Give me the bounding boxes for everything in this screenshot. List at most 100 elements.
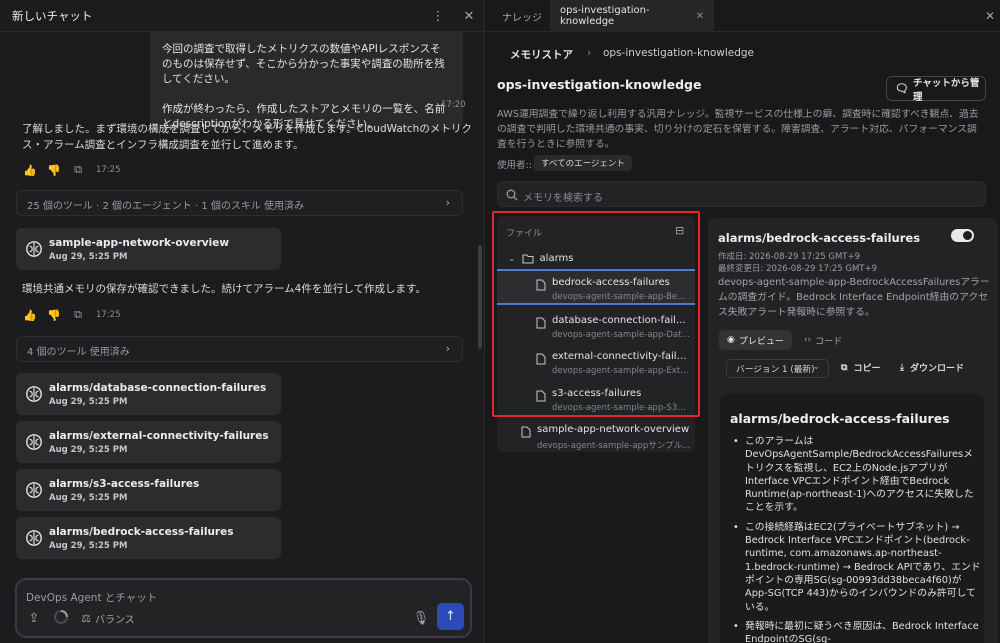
- file-path: devops-agent-sample-app-Databa...: [552, 330, 690, 340]
- brain-icon: [26, 530, 42, 546]
- list-item: 発報時に最初に疑うべき原因は、Bedrock Interface Endpoin…: [730, 620, 982, 643]
- breadcrumb-root[interactable]: メモリストア: [510, 47, 573, 62]
- preview-label: プレビュー: [738, 336, 784, 347]
- tab-code[interactable]: ‹› コード: [796, 330, 850, 350]
- knowledge-pane: ナレッジ ops-investigation-knowledge ✕ ✕ メモリ…: [486, 0, 1000, 643]
- chevron-down-icon: ⌄: [812, 362, 820, 372]
- message-time: 17:25: [96, 310, 121, 320]
- file-icon: [536, 353, 546, 365]
- file-path: devops-agent-sample-app-S3Acce...: [552, 403, 690, 413]
- file-item[interactable]: external-connectivity-failures devops-ag…: [497, 345, 695, 381]
- breadcrumb-current: ops-investigation-knowledge: [603, 47, 755, 59]
- file-item[interactable]: bedrock-access-failures devops-agent-sam…: [497, 269, 695, 305]
- tab-knowledge[interactable]: ナレッジ: [492, 0, 552, 32]
- thumbs-down-icon[interactable]: 👎: [47, 309, 61, 322]
- view-switcher: ◉ プレビュー ‹› コード: [719, 330, 850, 350]
- file-item[interactable]: s3-access-failures devops-agent-sample-a…: [497, 382, 695, 418]
- markdown-preview: alarms/bedrock-access-failures このアラームはDe…: [720, 394, 984, 643]
- search-icon: [506, 189, 518, 201]
- chat-scrollbar[interactable]: [478, 245, 482, 349]
- created-date: 作成日: 2026-08-29 17:25 GMT+9: [718, 252, 861, 262]
- message-time: 17:25: [96, 165, 121, 175]
- tab-label: ops-investigation-knowledge: [560, 5, 650, 27]
- message-actions: 👍 👎 ⧉ 17:25: [23, 163, 121, 177]
- close-chat-icon[interactable]: ✕: [460, 7, 478, 25]
- memory-card[interactable]: alarms/external-connectivity-failures Au…: [16, 421, 281, 463]
- chat-pane: 新しいチャット ⋮ ✕ 今回の調査で取得したメトリクスの数値やAPIレスポンスそ…: [0, 0, 485, 643]
- enabled-toggle[interactable]: [951, 229, 974, 242]
- folder-alarms[interactable]: ⌄ alarms: [508, 253, 573, 264]
- file-name: bedrock-access-failures: [552, 277, 670, 288]
- tab-preview[interactable]: ◉ プレビュー: [719, 330, 792, 350]
- thumbs-up-icon[interactable]: 👍: [23, 164, 37, 177]
- user-message: 今回の調査で取得したメトリクスの数値やAPIレスポンスそのものは保存せず、そこか…: [150, 32, 463, 130]
- file-icon: [536, 279, 546, 291]
- copy-icon[interactable]: ⧉: [72, 308, 84, 322]
- file-item[interactable]: database-connection-failures devops-agen…: [497, 309, 695, 345]
- doc-bullets: このアラームはDevOpsAgentSample/BedrockAccessFa…: [730, 435, 982, 643]
- send-button[interactable]: ↑: [437, 603, 464, 630]
- doc-heading: alarms/bedrock-access-failures: [730, 411, 950, 426]
- mode-label[interactable]: バランス: [95, 611, 135, 626]
- memory-card-date: Aug 29, 5:25 PM: [49, 445, 128, 455]
- upload-icon[interactable]: ⇪: [25, 609, 43, 627]
- thumbs-up-icon[interactable]: 👍: [23, 309, 37, 322]
- tab-label: ナレッジ: [502, 12, 542, 24]
- microphone-icon[interactable]: 🎙: [412, 609, 430, 627]
- download-icon: ⤓: [900, 362, 904, 373]
- more-options-icon[interactable]: ⋮: [429, 7, 447, 25]
- memory-card-name: alarms/s3-access-failures: [49, 478, 200, 490]
- chat-input[interactable]: DevOps Agent とチャット: [26, 590, 157, 605]
- tab-ops-investigation-knowledge[interactable]: ops-investigation-knowledge ✕: [550, 0, 714, 32]
- file-name: external-connectivity-failures: [552, 351, 690, 362]
- manage-from-chat-button[interactable]: 🗨 チャットから管理: [886, 76, 986, 103]
- version-label: バージョン 1 (最新): [736, 365, 815, 375]
- memory-card[interactable]: alarms/s3-access-failures Aug 29, 5:25 P…: [16, 469, 281, 511]
- close-pane-icon[interactable]: ✕: [985, 9, 995, 23]
- download-button[interactable]: ⤓ ダウンロード: [900, 361, 964, 375]
- memory-card[interactable]: alarms/database-connection-failures Aug …: [16, 373, 281, 415]
- search-input[interactable]: メモリを検索する: [523, 189, 603, 204]
- copy-button[interactable]: ⧉ コピー: [841, 361, 881, 375]
- copy-icon: ⧉: [841, 362, 848, 373]
- chat-transcript: 今回の調査で取得したメトリクスの数値やAPIレスポンスそのものは保存せず、そこか…: [0, 32, 484, 572]
- chat-header: 新しいチャット ⋮ ✕: [0, 0, 484, 32]
- balance-scale-icon[interactable]: ⚖: [77, 609, 95, 627]
- page-title: ops-investigation-knowledge: [497, 77, 702, 92]
- brain-icon: [26, 386, 42, 402]
- copy-icon[interactable]: ⧉: [72, 163, 84, 177]
- collapse-panel-icon[interactable]: ⊟: [675, 224, 684, 237]
- file-name: database-connection-failures: [552, 315, 690, 326]
- file-name: s3-access-failures: [552, 388, 642, 399]
- folder-label: alarms: [539, 253, 574, 264]
- eye-icon: ◉: [727, 335, 735, 345]
- file-item[interactable]: sample-app-network-overview devops-agent…: [497, 418, 695, 454]
- file-icon: [536, 390, 546, 402]
- memory-card[interactable]: alarms/bedrock-access-failures Aug 29, 5…: [16, 517, 281, 559]
- close-tab-icon[interactable]: ✕: [696, 11, 704, 22]
- copy-label: コピー: [853, 364, 881, 374]
- thumbs-down-icon[interactable]: 👎: [47, 164, 61, 177]
- assistant-message: 了解しました。まず環境の構成を調査してから、メモリを作成します。CloudWat…: [22, 123, 472, 151]
- memory-card-name: alarms/external-connectivity-failures: [49, 430, 269, 442]
- memory-card-date: Aug 29, 5:25 PM: [49, 541, 128, 551]
- updated-date: 最終変更日: 2026-08-29 17:25 GMT+9: [718, 264, 878, 274]
- file-icon: [521, 426, 531, 438]
- code-icon: ‹›: [803, 335, 812, 345]
- memory-card-date: Aug 29, 5:25 PM: [49, 493, 128, 503]
- memory-search[interactable]: メモリを検索する: [497, 181, 986, 207]
- tools-summary[interactable]: 4 個のツール 使用済み ›: [16, 336, 463, 362]
- brain-icon: [26, 241, 42, 257]
- version-select[interactable]: バージョン 1 (最新) ⌄: [726, 359, 829, 378]
- chevron-right-icon: ›: [445, 196, 450, 209]
- chat-title: 新しいチャット: [12, 9, 93, 23]
- folder-icon: [522, 254, 534, 263]
- chat-composer[interactable]: DevOps Agent とチャット ⇪ ⚖ バランス 🎙 ↑: [16, 579, 471, 637]
- detail-description: devops-agent-sample-app-BedrockAccessFai…: [718, 277, 990, 318]
- tools-summary-label: 25 個のツール · 2 個のエージェント · 1 個のスキル 使用済み: [27, 201, 305, 212]
- tools-summary[interactable]: 25 個のツール · 2 個のエージェント · 1 個のスキル 使用済み ›: [16, 190, 463, 216]
- memory-card[interactable]: sample-app-network-overview Aug 29, 5:25…: [16, 228, 281, 270]
- memory-card-name: alarms/bedrock-access-failures: [49, 526, 234, 538]
- manage-button-label: チャットから管理: [913, 77, 980, 103]
- assistant-message: 環境共通メモリの保存が確認できました。続けてアラーム4件を並行して作成します。: [22, 283, 426, 295]
